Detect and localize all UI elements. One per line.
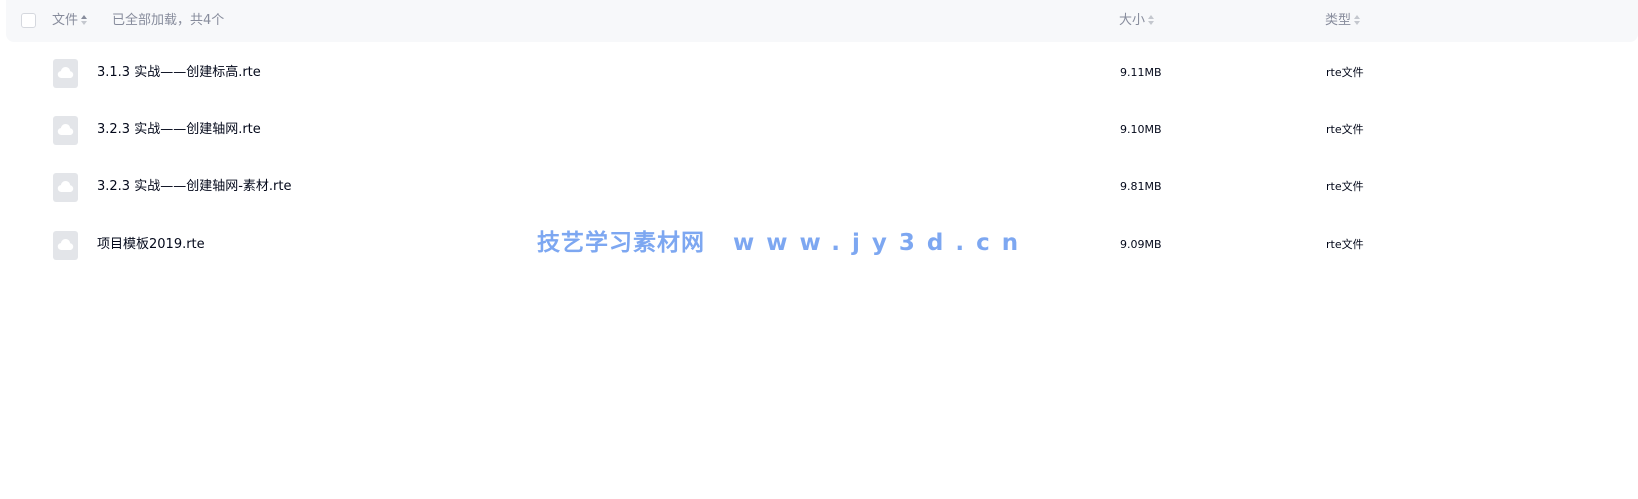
file-type: rte文件	[1326, 180, 1364, 193]
cloud-file-icon	[53, 173, 78, 202]
file-type: rte文件	[1326, 123, 1364, 136]
site-watermark: 技艺学习素材网 www.jy3d.cn	[537, 223, 1030, 257]
file-type: rte文件	[1326, 238, 1364, 251]
sort-icon	[1354, 15, 1361, 25]
file-size: 9.11MB	[1120, 66, 1162, 79]
cloud-file-icon	[53, 231, 78, 260]
file-name[interactable]: 3.1.3 实战——创建标高.rte	[97, 64, 261, 82]
file-size: 9.09MB	[1120, 238, 1162, 251]
file-name[interactable]: 项目模板2019.rte	[97, 236, 205, 254]
select-all-checkbox[interactable]	[21, 13, 36, 28]
file-size: 9.81MB	[1120, 180, 1162, 193]
loaded-count-note: 已全部加载，共4个	[112, 13, 225, 28]
watermark-url: www.jy3d.cn	[733, 230, 1031, 256]
file-list-page: 文件 已全部加载，共4个 大小 类型 3.1.3 实战——创建标高.rte 9.…	[0, 0, 1638, 499]
file-size: 9.10MB	[1120, 123, 1162, 136]
sort-icon	[81, 15, 88, 25]
file-name[interactable]: 3.2.3 实战——创建轴网.rte	[97, 121, 261, 139]
sort-by-size-button[interactable]: 大小	[1119, 12, 1155, 30]
cloud-file-icon	[53, 59, 78, 88]
sort-by-type-button[interactable]: 类型	[1325, 12, 1361, 30]
col-size-label: 大小	[1119, 13, 1146, 28]
file-type: rte文件	[1326, 66, 1364, 79]
file-row[interactable]: 3.2.3 实战——创建轴网-素材.rte 9.81MB rte文件	[0, 159, 1638, 216]
file-name[interactable]: 3.2.3 实战——创建轴网-素材.rte	[97, 178, 291, 196]
file-row[interactable]: 3.2.3 实战——创建轴网.rte 9.10MB rte文件	[0, 102, 1638, 159]
col-type-label: 类型	[1325, 13, 1352, 28]
sort-icon	[1148, 15, 1155, 25]
cloud-file-icon	[53, 116, 78, 145]
sort-by-name-button[interactable]: 文件	[52, 12, 88, 30]
file-row[interactable]: 3.1.3 实战——创建标高.rte 9.11MB rte文件	[0, 45, 1638, 102]
watermark-site-name: 技艺学习素材网	[537, 230, 705, 256]
file-list-header: 文件 已全部加载，共4个 大小 类型	[6, 0, 1638, 42]
col-name-label: 文件	[52, 13, 79, 28]
